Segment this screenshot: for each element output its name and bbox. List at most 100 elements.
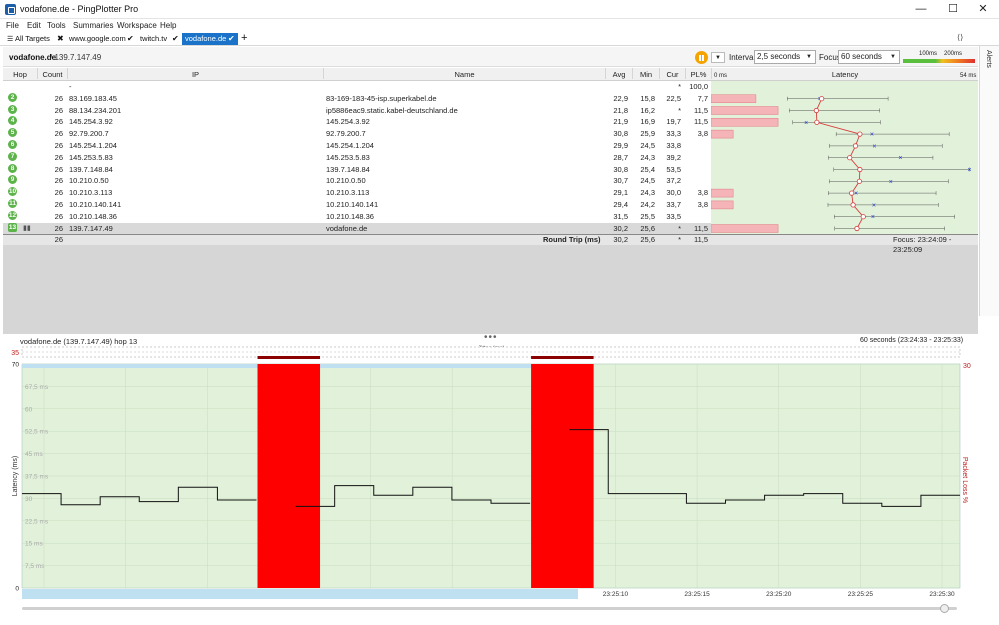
add-tab-button[interactable]: + <box>241 32 247 44</box>
cell-ip: 145.253.5.83 <box>69 152 113 162</box>
average-latency-point <box>857 166 863 173</box>
col-avg[interactable]: Avg <box>605 68 632 79</box>
interval-select[interactable]: 2,5 seconds ▼ <box>754 50 816 64</box>
cell-cur: 30,0 <box>666 188 681 198</box>
cell-count: 26 <box>54 223 63 233</box>
cell-avg: 30,2 <box>613 223 628 233</box>
time-scrollbar[interactable] <box>22 607 957 610</box>
cell-name: 145.253.5.83 <box>326 152 370 162</box>
col-count[interactable]: Count <box>37 68 67 79</box>
graph-range[interactable]: 60 seconds (23:24:33 - 23:25:33) <box>860 337 963 344</box>
cell-ip: 10.210.148.36 <box>69 211 117 221</box>
col-min[interactable]: Min <box>632 68 659 79</box>
cell-avg: 21,8 <box>613 105 628 115</box>
col-ip[interactable]: IP <box>67 68 323 79</box>
table-row[interactable]: 9 26 10.210.0.50 10.210.0.50 30,7 24,5 37,2 <box>3 175 711 187</box>
cell-name: ip5886eac9.static.kabel-deutschland.de <box>326 105 458 115</box>
col-hop[interactable]: Hop <box>3 68 37 79</box>
average-latency-point <box>854 225 860 232</box>
menu-help[interactable]: Help <box>160 21 176 30</box>
cell-ip: 139.7.147.49 <box>69 223 113 233</box>
cell-ip: - <box>69 82 72 91</box>
splitter-handle[interactable]: ••• <box>484 333 498 343</box>
summary-avg: 30,2 <box>613 235 628 244</box>
col-cur[interactable]: Cur <box>659 68 685 79</box>
focus-range: Focus: 23:24:09 - 23:25:09 <box>893 235 952 254</box>
graph-icon[interactable]: ▮▮ <box>23 223 31 235</box>
cell-count: 26 <box>54 129 63 139</box>
col-pl[interactable]: PL% <box>685 68 711 79</box>
cell-pl: 11,5 <box>693 105 708 115</box>
tab-google[interactable]: www.google.com ✔ <box>66 33 136 45</box>
table-row[interactable]: 8 26 139.7.148.84 139.7.148.84 30,8 25,4 53,5 <box>3 163 711 176</box>
tab-all-targets[interactable]: ☰ All Targets ✖ <box>4 33 66 45</box>
pause-dropdown[interactable]: ▼ <box>711 52 725 63</box>
cell-count: 26 <box>54 200 63 209</box>
tab-vodafone[interactable]: vodafone.de ✔ <box>182 33 238 45</box>
packet-loss-bar <box>710 200 734 210</box>
current-latency-mark: × <box>872 202 876 209</box>
cell-count: 26 <box>54 164 63 174</box>
cell-cur: 39,2 <box>666 152 681 162</box>
table-row[interactable]: 10 26 10.210.3.113 10.210.3.113 29,1 24,3 30,0… <box>3 187 711 199</box>
cell-pl: 3,8 <box>697 129 708 139</box>
cell-min: 16,9 <box>640 117 655 127</box>
table-row[interactable]: 13 ▮▮ 26 139.7.147.49 vodafone.de 30,2 25,6 * 11… <box>3 222 711 235</box>
cell-ip: 139.7.148.84 <box>69 164 113 174</box>
current-latency-mark: × <box>968 167 972 174</box>
table-row[interactable]: 6 26 145.254.1.204 145.254.1.204 29,9 24,5 33,… <box>3 140 711 152</box>
table-row[interactable]: 3 26 88.134.234.201 ip5886eac9.static.kabel… <box>3 104 711 117</box>
hop-number: 5 <box>8 128 17 138</box>
current-latency-mark: × <box>871 214 875 221</box>
list-icon: ☰ <box>7 36 14 43</box>
interval-value: 2,5 seconds <box>757 52 801 61</box>
cell-avg: 22,9 <box>613 93 628 103</box>
time-scroll-thumb[interactable] <box>940 604 949 613</box>
current-latency-mark: × <box>889 179 893 186</box>
target-toolbar: vodafone.de / 139.7.147.49 ▼ Interval 2,… <box>3 47 978 67</box>
hop-number: 13 <box>8 222 17 232</box>
target-ip: / 139.7.147.49 <box>50 53 102 62</box>
maximize-button[interactable]: ☐ <box>937 0 969 19</box>
col-latency[interactable]: Latency <box>711 68 978 79</box>
menu-workspace[interactable]: Workspace <box>117 21 157 30</box>
latency-axis-min: 0 ms <box>714 73 728 79</box>
tab-overflow-icon[interactable]: ⟨⟩ <box>957 33 963 42</box>
table-row[interactable]: 4 26 145.254.3.92 145.254.3.92 21,9 16,9 19,7 1… <box>3 116 711 128</box>
tab-twitch[interactable]: twitch.tv ✔ <box>137 33 182 45</box>
menu-tools[interactable]: Tools <box>47 21 66 30</box>
menu-edit[interactable]: Edit <box>27 21 41 30</box>
cell-ip: 10.210.0.50 <box>69 176 109 186</box>
table-row[interactable]: 2 26 83.169.183.45 83-169-183-45-isp.superk… <box>3 92 711 105</box>
minimize-button[interactable]: — <box>905 0 937 19</box>
cell-ip: 83.169.183.45 <box>69 93 117 103</box>
check-icon: ✔ <box>127 34 134 43</box>
table-row[interactable]: 12 26 10.210.148.36 10.210.148.36 31,5 25,5 33… <box>3 210 711 223</box>
pause-button[interactable] <box>695 51 708 64</box>
latency-graph: ×××××××××× <box>710 94 972 233</box>
alerts-panel[interactable] <box>979 46 999 316</box>
table-row[interactable]: 11 26 10.210.140.141 10.210.140.141 29,4 24,2… <box>3 199 711 211</box>
menu-summaries[interactable]: Summaries <box>73 21 113 30</box>
col-name[interactable]: Name <box>323 68 605 79</box>
table-row[interactable]: - * 100,0 <box>3 81 711 93</box>
table-row[interactable]: 5 26 92.79.200.7 92.79.200.7 30,8 25,9 33,3 3,8 <box>3 128 711 140</box>
menu-file[interactable]: File <box>6 21 19 30</box>
close-icon[interactable]: ✖ <box>57 33 64 45</box>
cell-cur: * <box>678 223 681 233</box>
trace-grid: Hop Count IP Name Avg Min Cur PL% Latenc… <box>3 68 978 334</box>
hop-number: 10 <box>8 187 17 197</box>
cell-avg: 29,4 <box>613 200 628 209</box>
cell-min: 15,8 <box>640 93 655 103</box>
close-button[interactable]: ✕ <box>967 0 999 19</box>
cell-cur: 19,7 <box>666 117 681 127</box>
current-latency-mark: × <box>872 143 876 150</box>
focus-select[interactable]: 60 seconds ▼ <box>838 50 900 64</box>
cell-ip: 88.134.234.201 <box>69 105 122 115</box>
graph-title: vodafone.de (139.7.147.49) hop 13 <box>20 337 138 346</box>
cell-cur: 53,5 <box>666 164 681 174</box>
alerts-label[interactable]: Alerts <box>985 50 992 68</box>
table-row[interactable]: 7 26 145.253.5.83 145.253.5.83 28,7 24,3 39,2 <box>3 151 711 164</box>
summary-min: 25,6 <box>640 235 655 244</box>
cell-count: 26 <box>54 176 63 186</box>
